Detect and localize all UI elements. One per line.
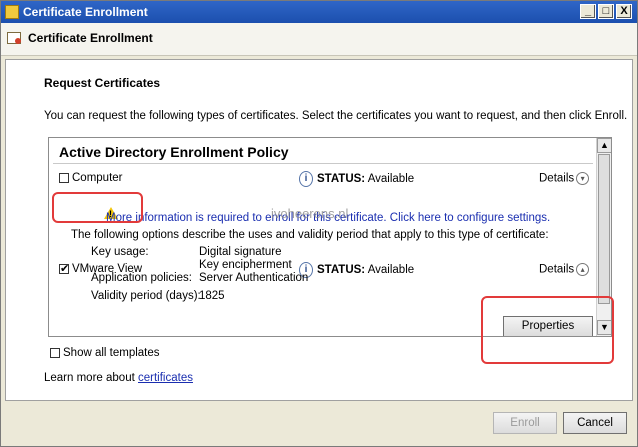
options-intro: The following options describe the uses …	[71, 229, 549, 241]
certificate-item-computer[interactable]: Computer	[59, 172, 123, 184]
section-title: Request Certificates	[44, 76, 161, 90]
computer-details-link[interactable]: Details ▾	[539, 172, 590, 185]
app-certificate-icon	[5, 5, 19, 19]
chevron-up-icon: ▴	[576, 263, 590, 276]
maximize-button[interactable]: □	[598, 4, 614, 19]
show-all-templates-label: Show all templates	[63, 347, 160, 359]
status-value: Available	[367, 264, 415, 277]
details-label: Details	[539, 263, 575, 276]
learn-more: Learn more about certificates	[44, 372, 193, 384]
enroll-button[interactable]: Enroll	[493, 412, 557, 434]
minimize-button[interactable]: _	[580, 4, 596, 19]
section-description: You can request the following types of c…	[44, 110, 628, 122]
header-title: Certificate Enrollment	[28, 31, 153, 45]
vmware-view-highlight	[52, 192, 143, 223]
policy-title: Active Directory Enrollment Policy	[59, 144, 289, 160]
vmware-view-status: i STATUS: Available	[299, 262, 414, 278]
key-usage-label: Key usage:	[91, 246, 149, 258]
computer-label: Computer	[72, 172, 123, 184]
application-policies-value: Server Authentication	[199, 272, 309, 284]
details-label: Details	[539, 172, 575, 185]
status-label: STATUS:	[317, 264, 366, 277]
show-all-templates-checkbox[interactable]	[50, 347, 60, 358]
window-title: Certificate Enrollment	[23, 5, 148, 19]
validity-period-value: 1825	[199, 290, 225, 302]
wizard-header: Certificate Enrollment	[1, 23, 637, 56]
info-icon: i	[299, 171, 313, 187]
key-usage-value-1: Digital signature	[199, 246, 282, 258]
certificate-enrollment-window: Certificate Enrollment _ □ X Certificate…	[0, 0, 638, 447]
close-button[interactable]: X	[616, 4, 632, 19]
cancel-button[interactable]: Cancel	[563, 412, 627, 434]
computer-status: i STATUS: Available	[299, 171, 414, 187]
vmware-view-details-link[interactable]: Details ▴	[539, 263, 590, 276]
title-bar[interactable]: Certificate Enrollment _ □ X	[1, 1, 637, 23]
scroll-up-arrow-icon[interactable]: ▲	[597, 138, 611, 153]
chevron-down-icon: ▾	[576, 172, 590, 185]
vmware-view-checkbox[interactable]	[59, 262, 69, 275]
key-usage-value-2: Key encipherment	[199, 259, 292, 271]
properties-highlight	[481, 296, 614, 364]
certificate-icon	[7, 32, 21, 44]
scroll-thumb[interactable]	[598, 154, 610, 304]
policy-divider	[53, 163, 593, 164]
certificates-link[interactable]: certificates	[138, 372, 193, 384]
status-label: STATUS:	[317, 173, 366, 186]
show-all-templates-option[interactable]: Show all templates	[50, 347, 160, 359]
status-value: Available	[367, 173, 415, 186]
learn-more-text: Learn more about	[44, 372, 135, 384]
watermark: ivoheerens.nl	[271, 206, 349, 221]
computer-checkbox[interactable]	[59, 172, 69, 183]
application-policies-label: Application policies:	[91, 272, 193, 284]
validity-period-label: Validity period (days):	[91, 290, 201, 302]
